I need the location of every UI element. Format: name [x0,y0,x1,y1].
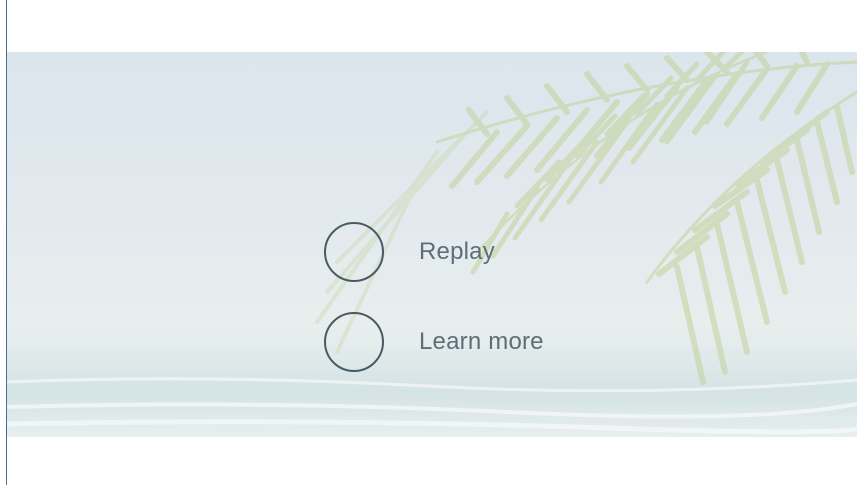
learn-more-radio-circle[interactable] [324,312,384,372]
hero-background: Replay Learn more [7,52,857,437]
learn-more-label[interactable]: Learn more [419,328,544,356]
replay-radio-circle[interactable] [324,222,384,282]
replay-label[interactable]: Replay [419,238,495,266]
learn-more-option[interactable]: Learn more [324,312,544,372]
replay-option[interactable]: Replay [324,222,495,282]
page: Replay Learn more [0,0,857,485]
